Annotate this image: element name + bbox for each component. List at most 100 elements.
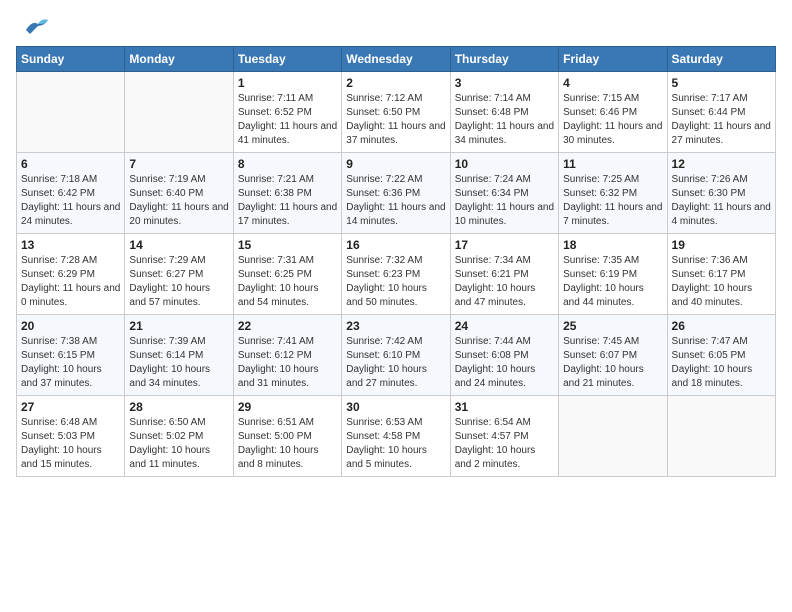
day-detail: Sunrise: 7:12 AM Sunset: 6:50 PM Dayligh… bbox=[346, 92, 445, 148]
calendar-table: SundayMondayTuesdayWednesdayThursdayFrid… bbox=[16, 46, 776, 477]
day-number: 11 bbox=[563, 157, 662, 171]
calendar-day-cell bbox=[667, 396, 775, 477]
calendar-header: SundayMondayTuesdayWednesdayThursdayFrid… bbox=[17, 47, 776, 72]
day-number: 3 bbox=[455, 76, 554, 90]
day-detail: Sunrise: 7:21 AM Sunset: 6:38 PM Dayligh… bbox=[238, 173, 337, 229]
logo-bird-icon bbox=[18, 16, 50, 38]
calendar-day-cell: 24 Sunrise: 7:44 AM Sunset: 6:08 PM Dayli… bbox=[450, 315, 558, 396]
day-number: 26 bbox=[672, 319, 771, 333]
day-detail: Sunrise: 7:14 AM Sunset: 6:48 PM Dayligh… bbox=[455, 92, 554, 148]
day-number: 16 bbox=[346, 238, 445, 252]
day-detail: Sunrise: 7:32 AM Sunset: 6:23 PM Dayligh… bbox=[346, 254, 445, 310]
weekday-header-monday: Monday bbox=[125, 47, 233, 72]
day-detail: Sunrise: 6:51 AM Sunset: 5:00 PM Dayligh… bbox=[238, 416, 337, 472]
calendar-week-2: 6Sunrise: 7:18 AM Sunset: 6:42 PM Daylig… bbox=[17, 153, 776, 234]
day-number: 27 bbox=[21, 400, 120, 414]
weekday-header-saturday: Saturday bbox=[667, 47, 775, 72]
day-number: 31 bbox=[455, 400, 554, 414]
calendar-day-cell: 2Sunrise: 7:12 AM Sunset: 6:50 PM Daylig… bbox=[342, 72, 450, 153]
day-number: 5 bbox=[672, 76, 771, 90]
calendar-day-cell: 16 Sunrise: 7:32 AM Sunset: 6:23 PM Dayli… bbox=[342, 234, 450, 315]
day-number: 19 bbox=[672, 238, 771, 252]
day-detail: Sunrise: 7:45 AM Sunset: 6:07 PM Dayligh… bbox=[563, 335, 662, 391]
calendar-day-cell: 28 Sunrise: 6:50 AM Sunset: 5:02 PM Dayli… bbox=[125, 396, 233, 477]
calendar-body: 1 Sunrise: 7:11 AM Sunset: 6:52 PM Daylig… bbox=[17, 72, 776, 477]
calendar-week-1: 1 Sunrise: 7:11 AM Sunset: 6:52 PM Daylig… bbox=[17, 72, 776, 153]
calendar-day-cell: 7Sunrise: 7:19 AM Sunset: 6:40 PM Daylig… bbox=[125, 153, 233, 234]
day-detail: Sunrise: 7:17 AM Sunset: 6:44 PM Dayligh… bbox=[672, 92, 771, 148]
day-number: 14 bbox=[129, 238, 228, 252]
calendar-day-cell: 3 Sunrise: 7:14 AM Sunset: 6:48 PM Daylig… bbox=[450, 72, 558, 153]
page-header bbox=[16, 16, 776, 34]
day-number: 9 bbox=[346, 157, 445, 171]
calendar-day-cell bbox=[559, 396, 667, 477]
logo bbox=[16, 16, 50, 34]
day-detail: Sunrise: 6:48 AM Sunset: 5:03 PM Dayligh… bbox=[21, 416, 120, 472]
day-detail: Sunrise: 6:54 AM Sunset: 4:57 PM Dayligh… bbox=[455, 416, 554, 472]
calendar-day-cell: 30 Sunrise: 6:53 AM Sunset: 4:58 PM Dayli… bbox=[342, 396, 450, 477]
day-number: 18 bbox=[563, 238, 662, 252]
day-number: 28 bbox=[129, 400, 228, 414]
day-number: 13 bbox=[21, 238, 120, 252]
day-detail: Sunrise: 7:22 AM Sunset: 6:36 PM Dayligh… bbox=[346, 173, 445, 229]
calendar-day-cell: 10Sunrise: 7:24 AM Sunset: 6:34 PM Dayli… bbox=[450, 153, 558, 234]
calendar-day-cell: 25Sunrise: 7:45 AM Sunset: 6:07 PM Dayli… bbox=[559, 315, 667, 396]
day-detail: Sunrise: 7:34 AM Sunset: 6:21 PM Dayligh… bbox=[455, 254, 554, 310]
calendar-day-cell: 6Sunrise: 7:18 AM Sunset: 6:42 PM Daylig… bbox=[17, 153, 125, 234]
weekday-header-sunday: Sunday bbox=[17, 47, 125, 72]
calendar-day-cell: 12Sunrise: 7:26 AM Sunset: 6:30 PM Dayli… bbox=[667, 153, 775, 234]
day-detail: Sunrise: 7:26 AM Sunset: 6:30 PM Dayligh… bbox=[672, 173, 771, 229]
day-detail: Sunrise: 6:50 AM Sunset: 5:02 PM Dayligh… bbox=[129, 416, 228, 472]
calendar-day-cell: 5 Sunrise: 7:17 AM Sunset: 6:44 PM Daylig… bbox=[667, 72, 775, 153]
calendar-week-3: 13 Sunrise: 7:28 AM Sunset: 6:29 PM Dayli… bbox=[17, 234, 776, 315]
day-number: 6 bbox=[21, 157, 120, 171]
calendar-day-cell: 19 Sunrise: 7:36 AM Sunset: 6:17 PM Dayli… bbox=[667, 234, 775, 315]
day-number: 1 bbox=[238, 76, 337, 90]
weekday-header-wednesday: Wednesday bbox=[342, 47, 450, 72]
weekday-header-friday: Friday bbox=[559, 47, 667, 72]
calendar-day-cell: 27 Sunrise: 6:48 AM Sunset: 5:03 PM Dayli… bbox=[17, 396, 125, 477]
day-detail: Sunrise: 7:15 AM Sunset: 6:46 PM Dayligh… bbox=[563, 92, 662, 148]
calendar-day-cell: 31 Sunrise: 6:54 AM Sunset: 4:57 PM Dayli… bbox=[450, 396, 558, 477]
day-number: 15 bbox=[238, 238, 337, 252]
calendar-day-cell: 29 Sunrise: 6:51 AM Sunset: 5:00 PM Dayli… bbox=[233, 396, 341, 477]
day-number: 23 bbox=[346, 319, 445, 333]
day-number: 22 bbox=[238, 319, 337, 333]
day-detail: Sunrise: 7:36 AM Sunset: 6:17 PM Dayligh… bbox=[672, 254, 771, 310]
calendar-day-cell: 8Sunrise: 7:21 AM Sunset: 6:38 PM Daylig… bbox=[233, 153, 341, 234]
day-detail: Sunrise: 7:24 AM Sunset: 6:34 PM Dayligh… bbox=[455, 173, 554, 229]
calendar-day-cell bbox=[125, 72, 233, 153]
calendar-day-cell: 9 Sunrise: 7:22 AM Sunset: 6:36 PM Daylig… bbox=[342, 153, 450, 234]
calendar-day-cell: 1 Sunrise: 7:11 AM Sunset: 6:52 PM Daylig… bbox=[233, 72, 341, 153]
calendar-week-4: 20Sunrise: 7:38 AM Sunset: 6:15 PM Dayli… bbox=[17, 315, 776, 396]
weekday-header-thursday: Thursday bbox=[450, 47, 558, 72]
day-number: 29 bbox=[238, 400, 337, 414]
day-number: 30 bbox=[346, 400, 445, 414]
day-detail: Sunrise: 7:11 AM Sunset: 6:52 PM Dayligh… bbox=[238, 92, 337, 148]
day-detail: Sunrise: 7:41 AM Sunset: 6:12 PM Dayligh… bbox=[238, 335, 337, 391]
day-number: 4 bbox=[563, 76, 662, 90]
day-detail: Sunrise: 6:53 AM Sunset: 4:58 PM Dayligh… bbox=[346, 416, 445, 472]
calendar-day-cell bbox=[17, 72, 125, 153]
calendar-week-5: 27 Sunrise: 6:48 AM Sunset: 5:03 PM Dayli… bbox=[17, 396, 776, 477]
weekday-header-tuesday: Tuesday bbox=[233, 47, 341, 72]
calendar-day-cell: 13 Sunrise: 7:28 AM Sunset: 6:29 PM Dayli… bbox=[17, 234, 125, 315]
calendar-day-cell: 20Sunrise: 7:38 AM Sunset: 6:15 PM Dayli… bbox=[17, 315, 125, 396]
day-number: 20 bbox=[21, 319, 120, 333]
weekday-header-row: SundayMondayTuesdayWednesdayThursdayFrid… bbox=[17, 47, 776, 72]
day-number: 21 bbox=[129, 319, 228, 333]
day-detail: Sunrise: 7:19 AM Sunset: 6:40 PM Dayligh… bbox=[129, 173, 228, 229]
day-detail: Sunrise: 7:25 AM Sunset: 6:32 PM Dayligh… bbox=[563, 173, 662, 229]
calendar-day-cell: 23 Sunrise: 7:42 AM Sunset: 6:10 PM Dayli… bbox=[342, 315, 450, 396]
day-detail: Sunrise: 7:28 AM Sunset: 6:29 PM Dayligh… bbox=[21, 254, 120, 310]
day-detail: Sunrise: 7:39 AM Sunset: 6:14 PM Dayligh… bbox=[129, 335, 228, 391]
calendar-day-cell: 18 Sunrise: 7:35 AM Sunset: 6:19 PM Dayli… bbox=[559, 234, 667, 315]
calendar-day-cell: 21 Sunrise: 7:39 AM Sunset: 6:14 PM Dayli… bbox=[125, 315, 233, 396]
day-detail: Sunrise: 7:44 AM Sunset: 6:08 PM Dayligh… bbox=[455, 335, 554, 391]
day-number: 24 bbox=[455, 319, 554, 333]
calendar-day-cell: 15Sunrise: 7:31 AM Sunset: 6:25 PM Dayli… bbox=[233, 234, 341, 315]
calendar-day-cell: 26Sunrise: 7:47 AM Sunset: 6:05 PM Dayli… bbox=[667, 315, 775, 396]
day-detail: Sunrise: 7:42 AM Sunset: 6:10 PM Dayligh… bbox=[346, 335, 445, 391]
calendar-day-cell: 17Sunrise: 7:34 AM Sunset: 6:21 PM Dayli… bbox=[450, 234, 558, 315]
day-detail: Sunrise: 7:35 AM Sunset: 6:19 PM Dayligh… bbox=[563, 254, 662, 310]
